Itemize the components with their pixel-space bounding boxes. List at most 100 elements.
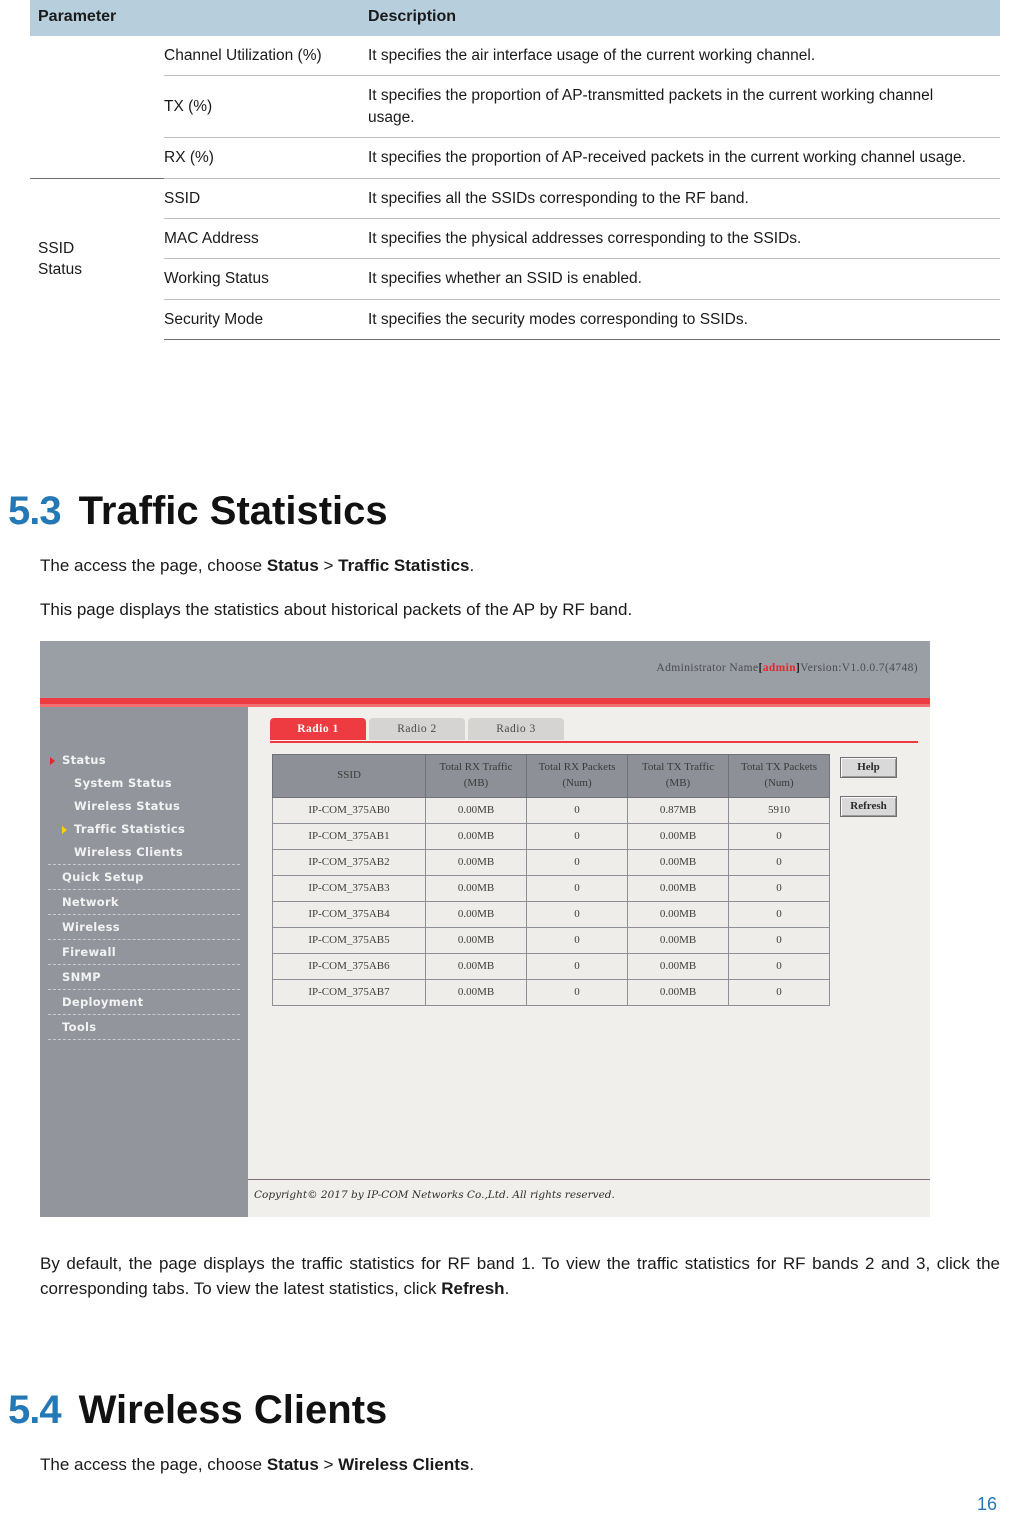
sidebar-item-tools[interactable]: Tools	[48, 1015, 240, 1040]
cell-rx-packets: 0	[526, 926, 628, 954]
column-header-parameter-sub	[164, 0, 360, 36]
sidebar-item-firewall[interactable]: Firewall	[48, 940, 240, 965]
cell-tx-traffic: 0.00MB	[627, 874, 729, 902]
table-row: TX (%) It specifies the proportion of AP…	[30, 75, 1000, 139]
cell-rx-traffic: 0.00MB	[425, 978, 527, 1006]
sidebar-item-status[interactable]: Status	[40, 749, 248, 772]
sidebar-item-system-status[interactable]: System Status	[40, 772, 248, 795]
cell-tx-packets: 0	[728, 848, 830, 876]
cell-ssid: IP-COM_375AB1	[272, 822, 426, 850]
table-header-row: Parameter Description	[30, 0, 1000, 36]
intro-suffix: .	[469, 1455, 475, 1474]
sidebar-item-label: Wireless Clients	[74, 845, 183, 859]
sidebar-item-label: Traffic Statistics	[74, 822, 186, 836]
sidebar-item-quick-setup[interactable]: Quick Setup	[48, 864, 240, 890]
cell-tx-traffic: 0.00MB	[627, 822, 729, 850]
administrator-username: admin	[762, 662, 797, 674]
sidebar-item-snmp[interactable]: SNMP	[48, 965, 240, 990]
sidebar-menu: Status System Status Wireless Status Tra…	[40, 749, 248, 1040]
cell-ssid: IP-COM_375AB4	[272, 900, 426, 928]
param-name: RX (%)	[164, 137, 360, 179]
sidebar-item-network[interactable]: Network	[48, 890, 240, 915]
cell-rx-packets: 0	[526, 952, 628, 980]
section-heading-53: 5.3 Traffic Statistics	[8, 489, 388, 534]
cell-tx-traffic: 0.87MB	[627, 796, 729, 824]
table-row: Working Status It specifies whether an S…	[30, 258, 1000, 300]
footer-divider	[248, 1179, 930, 1180]
sidebar-item-wireless[interactable]: Wireless	[48, 915, 240, 940]
param-name: TX (%)	[164, 75, 360, 139]
group-label-blank	[30, 36, 164, 178]
page-number: 16	[976, 1494, 997, 1514]
column-header-total-tx-traffic: Total TX Traffic (MB)	[627, 754, 729, 798]
param-description: It specifies the proportion of AP-receiv…	[360, 137, 1000, 179]
page-title: Wireless Clients	[78, 1388, 388, 1432]
device-web-ui-screenshot: Administrator Name[admin]Version:V1.0.0.…	[40, 641, 930, 1217]
intro-prefix: The access the page, choose	[40, 1455, 267, 1474]
sidebar-item-wireless-clients[interactable]: Wireless Clients	[40, 841, 248, 864]
cell-rx-traffic: 0.00MB	[425, 874, 527, 902]
cell-rx-traffic: 0.00MB	[425, 848, 527, 876]
sidebar-item-traffic-statistics[interactable]: Traffic Statistics	[40, 818, 248, 841]
sidebar-item-label: System Status	[74, 776, 172, 790]
param-description: It specifies the proportion of AP-transm…	[360, 75, 1000, 139]
traffic-statistics-table: SSID Total RX Traffic (MB) Total RX Pack…	[272, 754, 830, 1006]
firmware-version: Version:V1.0.0.7(4748)	[800, 662, 918, 674]
table-row: IP-COM_375AB7 0.00MB 0 0.00MB 0	[272, 978, 830, 1006]
intro-bold-traffic-statistics: Traffic Statistics	[338, 556, 470, 575]
param-description: It specifies the air interface usage of …	[360, 36, 1000, 77]
intro-bold-status: Status	[266, 1455, 319, 1474]
tab-radio-1[interactable]: Radio 1	[270, 718, 366, 740]
table-row: MAC Address It specifies the physical ad…	[30, 218, 1000, 260]
sidebar-item-label: Network	[62, 895, 119, 909]
column-header-total-rx-traffic: Total RX Traffic (MB)	[425, 754, 527, 798]
sidebar-item-label: SNMP	[62, 970, 101, 984]
cell-ssid: IP-COM_375AB0	[272, 796, 426, 824]
cell-ssid: IP-COM_375AB7	[272, 978, 426, 1006]
cell-ssid: IP-COM_375AB3	[272, 874, 426, 902]
help-button[interactable]: Help	[840, 757, 897, 778]
intro-separator: >	[318, 556, 339, 575]
param-name: Working Status	[164, 258, 360, 300]
sidebar-item-label: Firewall	[62, 945, 116, 959]
note-part-2: .	[504, 1278, 510, 1298]
cell-rx-packets: 0	[526, 796, 628, 824]
page-title: Traffic Statistics	[78, 489, 388, 533]
group-label-ssid-status: SSID Status	[30, 177, 164, 340]
param-description: It specifies whether an SSID is enabled.	[360, 258, 1000, 300]
table-row: IP-COM_375AB2 0.00MB 0 0.00MB 0	[272, 848, 830, 876]
copyright-text: Copyright© 2017 by IP-COM Networks Co.,L…	[254, 1189, 615, 1201]
cell-ssid: IP-COM_375AB2	[272, 848, 426, 876]
column-header-ssid: SSID	[272, 754, 426, 798]
column-header-description: Description	[360, 0, 1000, 36]
tabs-underline	[270, 741, 918, 743]
param-name: MAC Address	[164, 218, 360, 260]
intro-bold-status: Status	[266, 556, 319, 575]
section-heading-54: 5.4 Wireless Clients	[8, 1388, 387, 1433]
parameter-description-table: Parameter Description Channel Utilizatio…	[30, 0, 1000, 341]
section-53-description: This page displays the statistics about …	[40, 600, 633, 619]
cell-tx-packets: 0	[728, 978, 830, 1006]
cell-tx-traffic: 0.00MB	[627, 978, 729, 1006]
cell-rx-traffic: 0.00MB	[425, 822, 527, 850]
param-description: It specifies all the SSIDs corresponding…	[360, 177, 1000, 219]
refresh-button[interactable]: Refresh	[840, 796, 897, 817]
sidebar-item-wireless-status[interactable]: Wireless Status	[40, 795, 248, 818]
cell-tx-traffic: 0.00MB	[627, 952, 729, 980]
cell-rx-traffic: 0.00MB	[425, 900, 527, 928]
table-row: IP-COM_375AB0 0.00MB 0 0.87MB 5910	[272, 796, 830, 824]
intro-suffix: .	[469, 556, 475, 575]
sidebar-item-deployment[interactable]: Deployment	[48, 990, 240, 1015]
header-unit: (Num)	[764, 776, 794, 789]
header-title: Total RX Traffic	[439, 761, 513, 773]
param-name: SSID	[164, 177, 360, 219]
sidebar-item-label: Quick Setup	[62, 870, 144, 884]
sidebar-item-label: Status	[62, 753, 106, 767]
table-row: Channel Utilization (%) It specifies the…	[30, 36, 1000, 77]
sidebar-item-label: Deployment	[62, 995, 144, 1009]
red-arrow-icon	[50, 757, 55, 765]
section-53-note: By default, the page displays the traffi…	[40, 1252, 1000, 1301]
tab-radio-2[interactable]: Radio 2	[369, 718, 465, 740]
tab-radio-3[interactable]: Radio 3	[468, 718, 564, 740]
cell-tx-packets: 5910	[728, 796, 830, 824]
